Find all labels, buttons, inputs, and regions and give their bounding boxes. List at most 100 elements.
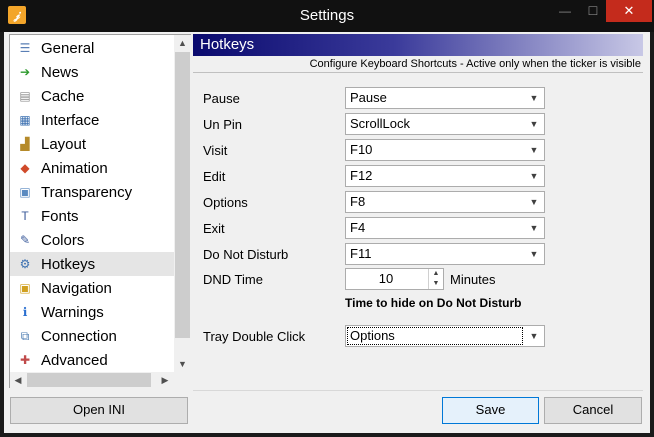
hotkey-select-un-pin[interactable]: ScrollLock ▼ [345,113,545,135]
tree-vertical-scrollbar[interactable]: ▲ ▼ [174,35,191,372]
hotkey-select-edit[interactable]: F12 ▼ [345,165,545,187]
scroll-right-arrow-icon[interactable]: ▶ [157,372,173,388]
chevron-down-icon: ▼ [529,331,539,341]
hotkey-label-do-not-disturb: Do Not Disturb [203,247,289,262]
scroll-down-arrow-icon[interactable]: ▼ [174,356,191,372]
sidebar-item-label: Warnings [41,303,104,321]
cancel-button[interactable]: Cancel [544,397,642,424]
category-list: ☰ General ➔ News ▤ Cache ▦ Interface ▟ Layout ◆ Ani… [10,35,174,372]
scroll-left-arrow-icon[interactable]: ◀ [10,372,26,388]
sidebar-item-cache[interactable]: ▤ Cache [10,84,174,108]
sidebar-item-navigation[interactable]: ▣ Navigation [10,276,174,300]
cache-icon: ▤ [19,89,31,103]
warnings-icon: ℹ [22,305,28,319]
navigation-icon: ▣ [19,281,31,295]
sidebar-item-hotkeys[interactable]: ⚙ Hotkeys [10,252,174,276]
hotkey-select-options[interactable]: F8 ▼ [345,191,545,213]
hotkey-value: F12 [350,168,373,183]
title-bar: 𝒿 Settings — ☐ ✕ [0,0,654,32]
panel-subtitle: Configure Keyboard Shortcuts - Active on… [193,56,643,73]
maximize-button[interactable]: ☐ [580,0,606,22]
chevron-down-icon: ▼ [529,197,539,207]
tray-double-click-value: Options [347,327,523,345]
sidebar-item-fonts[interactable]: T Fonts [10,204,174,228]
hotkeys-icon: ⚙ [19,257,31,271]
spin-up-icon[interactable]: ▲ [428,269,443,279]
hotkey-label-pause: Pause [203,91,240,106]
category-tree: ☰ General ➔ News ▤ Cache ▦ Interface ▟ Layout ◆ Ani… [9,34,191,388]
sidebar-item-animation[interactable]: ◆ Animation [10,156,174,180]
sidebar-item-label: General [41,39,95,57]
hotkey-select-pause[interactable]: Pause ▼ [345,87,545,109]
hotkey-value: F11 [350,246,372,261]
scroll-thumb[interactable] [175,52,190,338]
tray-double-click-label: Tray Double Click [203,329,306,344]
open-ini-button[interactable]: Open INI [10,397,188,424]
scroll-up-arrow-icon[interactable]: ▲ [174,35,191,51]
hscroll-thumb[interactable] [27,373,151,387]
chevron-down-icon: ▼ [529,119,539,129]
sidebar-item-transparency[interactable]: ▣ Transparency [10,180,174,204]
hotkey-value: F10 [350,142,373,157]
chevron-down-icon: ▼ [529,93,539,103]
settings-client-area: ☰ General ➔ News ▤ Cache ▦ Interface ▟ Layout ◆ Ani… [4,32,650,433]
chevron-down-icon: ▼ [529,223,539,233]
hotkey-value: Pause [350,90,387,105]
hotkey-select-visit[interactable]: F10 ▼ [345,139,545,161]
hotkey-value: F8 [350,194,366,209]
chevron-down-icon: ▼ [529,249,539,259]
hotkey-label-options: Options [203,195,248,210]
sidebar-item-label: News [41,63,79,81]
hotkey-label-edit: Edit [203,169,226,184]
sidebar-item-interface[interactable]: ▦ Interface [10,108,174,132]
sidebar-item-label: Hotkeys [41,255,96,273]
sidebar-item-label: Navigation [41,279,112,297]
dnd-time-unit: Minutes [450,272,496,287]
hotkey-value: ScrollLock [350,116,410,131]
dnd-time-label: DND Time [203,272,263,287]
chevron-down-icon: ▼ [529,145,539,155]
sidebar-item-label: Interface [41,111,100,129]
animation-icon: ◆ [20,161,30,175]
general-icon: ☰ [19,41,31,55]
advanced-icon: ✚ [19,353,31,367]
tray-double-click-select[interactable]: Options ▼ [345,325,545,347]
sidebar-item-layout[interactable]: ▟ Layout [10,132,174,156]
layout-icon: ▟ [20,137,30,151]
fonts-icon: T [21,209,29,223]
sidebar-item-label: Cache [41,87,85,105]
scroll-corner [174,372,191,388]
panel-header: Hotkeys [193,34,643,56]
sidebar-item-advanced[interactable]: ✚ Advanced [10,348,174,372]
sidebar-item-connection[interactable]: ⧉ Connection [10,324,174,348]
interface-icon: ▦ [19,113,31,127]
sidebar-item-news[interactable]: ➔ News [10,60,174,84]
sidebar-item-label: Connection [41,327,117,345]
sidebar-item-label: Animation [41,159,108,177]
connection-icon: ⧉ [20,328,30,343]
transparency-icon: ▣ [19,185,31,199]
dnd-time-spinner[interactable]: 10 ▲ ▼ [345,268,444,290]
hotkey-select-exit[interactable]: F4 ▼ [345,217,545,239]
sidebar-item-label: Layout [41,135,87,153]
sidebar-item-label: Transparency [41,183,133,201]
sidebar-item-warnings[interactable]: ℹ Warnings [10,300,174,324]
news-arrow-icon: ➔ [19,65,31,79]
sidebar-item-colors[interactable]: ✎ Colors [10,228,174,252]
sidebar-item-label: Advanced [41,351,108,369]
spin-down-icon[interactable]: ▼ [428,279,443,289]
hotkey-value: F4 [350,220,366,235]
hotkey-label-visit: Visit [203,143,228,158]
hotkey-label-un-pin: Un Pin [203,117,243,132]
close-button[interactable]: ✕ [606,0,652,22]
sidebar-item-label: Colors [41,231,85,249]
minimize-button[interactable]: — [552,0,578,22]
chevron-down-icon: ▼ [529,171,539,181]
sidebar-item-label: Fonts [41,207,79,225]
save-button[interactable]: Save [442,397,539,424]
tree-horizontal-scrollbar[interactable]: ◀ ▶ [10,372,174,388]
dnd-time-value[interactable]: 10 [346,269,426,289]
hotkey-select-do-not-disturb[interactable]: F11 ▼ [345,243,545,265]
dnd-time-note: Time to hide on Do Not Disturb [345,296,522,310]
sidebar-item-general[interactable]: ☰ General [10,36,174,60]
